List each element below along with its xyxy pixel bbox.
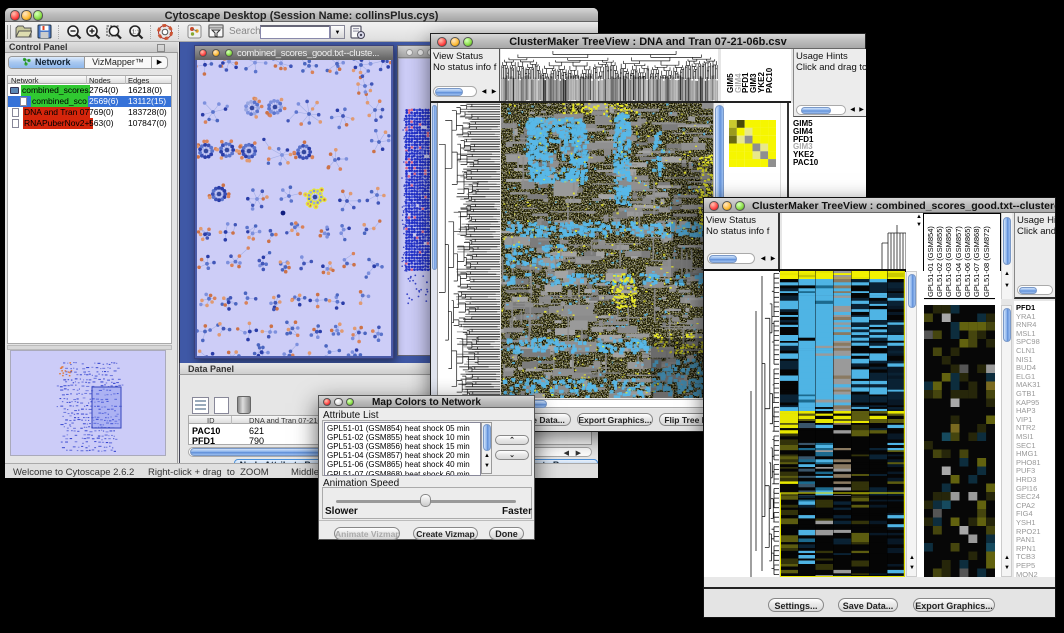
svg-text:1:1: 1:1 — [132, 30, 140, 36]
